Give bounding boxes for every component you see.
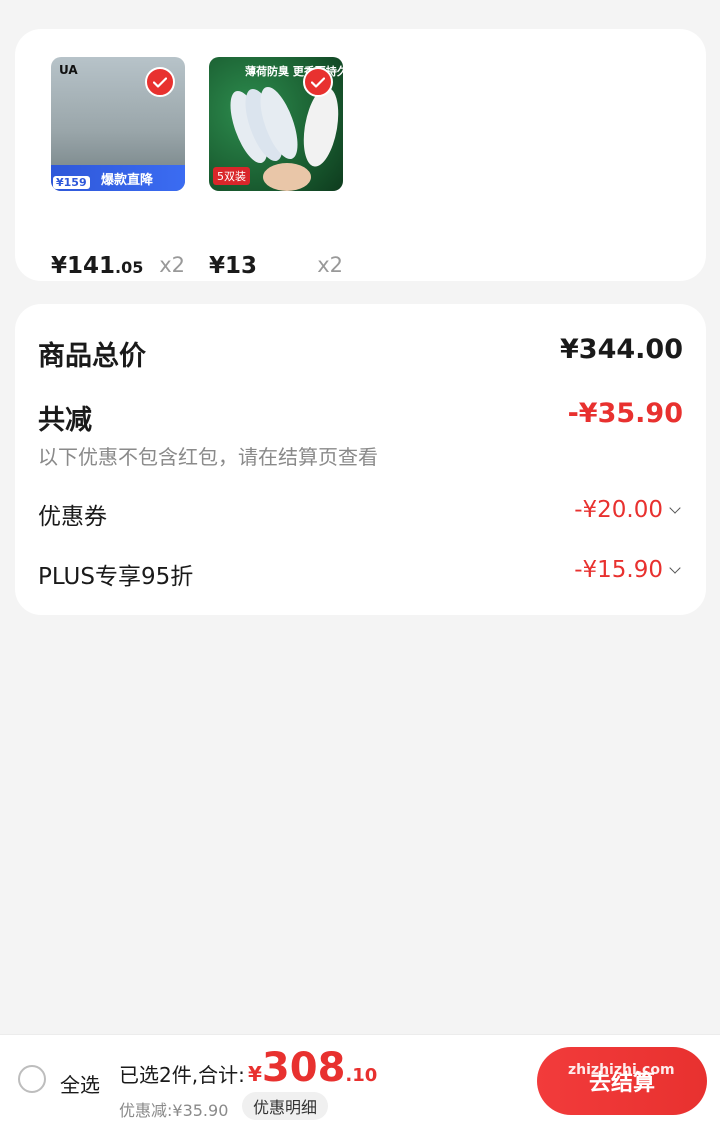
price-summary-card: 商品总价 ¥344.00 共减 -¥35.90 以下优惠不包含红包，请在结算页查…	[15, 304, 706, 615]
total-price-value: ¥344.00	[560, 334, 683, 365]
coupon-label: 优惠券	[38, 504, 107, 530]
chevron-down-icon	[669, 502, 681, 514]
thumb-banner-text: 爆款直降	[101, 173, 154, 188]
product-price: ¥13	[209, 253, 258, 279]
selected-check-icon[interactable]	[145, 67, 175, 97]
thumb-pack-tag: 5双装	[213, 167, 250, 185]
total-amount: ¥308.10	[248, 1045, 378, 1091]
thumb-brand-label: UA	[59, 63, 78, 77]
thumb-price-label: ¥159	[53, 176, 90, 189]
chevron-down-icon	[669, 562, 681, 574]
checkout-button[interactable]: 去结算	[537, 1047, 707, 1115]
plus-discount-value[interactable]: -¥15.90	[574, 557, 681, 583]
coupon-value[interactable]: -¥20.00	[574, 497, 681, 523]
discount-detail-button[interactable]: 优惠明细	[242, 1092, 329, 1120]
select-all-label[interactable]: 全选	[60, 1069, 100, 1098]
product-card: UA ¥159 爆款直降 ¥141.05 x2 薄荷防臭 更香更持久 5双装 ¥…	[15, 29, 706, 281]
site-watermark: zhizhizhi.com	[568, 1062, 675, 1078]
product-quantity: x2	[159, 253, 185, 277]
total-price-label: 商品总价	[38, 341, 146, 372]
selected-count-text: 已选2件,合计:	[119, 1063, 245, 1087]
select-all-radio[interactable]	[18, 1065, 46, 1093]
discount-note: 以下优惠不包含红包，请在结算页查看	[38, 445, 378, 469]
product-quantity: x2	[317, 253, 343, 277]
product-price: ¥141.05	[51, 253, 144, 279]
checkout-bar: 全选 已选2件,合计: ¥308.10 优惠减:¥35.90 优惠明细 去结算	[0, 1034, 720, 1127]
product-thumbnail[interactable]: UA ¥159 爆款直降	[51, 57, 185, 191]
selected-check-icon[interactable]	[303, 67, 333, 97]
product-thumbnail[interactable]: 薄荷防臭 更香更持久 5双装	[209, 57, 343, 191]
total-reduction-value: -¥35.90	[567, 398, 683, 429]
total-reduction-label: 共减	[38, 405, 92, 436]
discount-amount-text: 优惠减:¥35.90	[119, 1101, 229, 1120]
plus-discount-label: PLUS专享95折	[38, 564, 194, 590]
